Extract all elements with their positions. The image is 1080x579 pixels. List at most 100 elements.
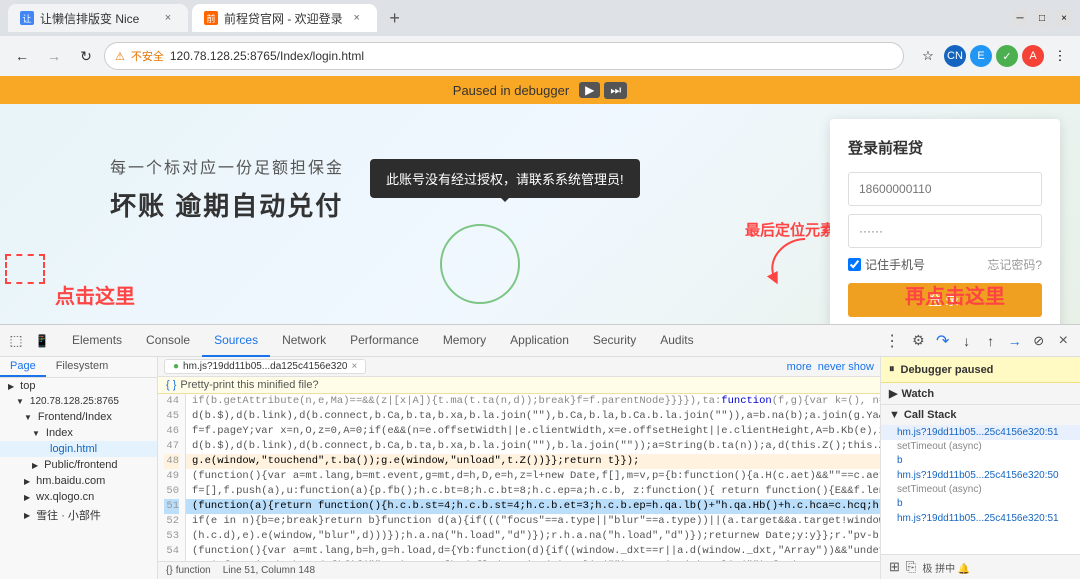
tree-wx-qlogo[interactable]: ▶ wx.qlogo.cn xyxy=(0,489,157,505)
devtools-settings-btn[interactable]: ⚙ xyxy=(906,332,931,349)
tab1-close[interactable]: × xyxy=(160,10,176,26)
tagline-1: 每一个标对应一份足额担保金 xyxy=(110,154,344,178)
tab-sources[interactable]: Sources xyxy=(202,325,270,357)
devtools-close-btn[interactable]: × xyxy=(1051,332,1076,350)
compress-icon[interactable]: ⊞ xyxy=(889,559,900,575)
line-col: Line 51, Column 148 xyxy=(223,565,315,576)
copy-icon[interactable]: ⎘ xyxy=(906,559,916,575)
watch-header[interactable]: ▶ Watch xyxy=(881,383,1080,404)
restore-button[interactable]: □ xyxy=(1034,10,1050,26)
click-label-left: 点击这里 xyxy=(55,280,135,309)
line-numbers: 44454647 48 4950 51 52535455 xyxy=(158,394,186,561)
tree-login-html[interactable]: login.html xyxy=(0,441,157,457)
code-line-47: d(b.$),d(b.link),d(b.connect,b.Ca,b.ta,b… xyxy=(186,439,880,454)
debugger-step-into[interactable]: ↓ xyxy=(955,329,979,353)
tree-hm-baidu[interactable]: ▶ hm.baidu.com xyxy=(0,473,157,489)
bottom-label: 极 拼中 🔔 xyxy=(922,560,970,575)
code-line-48: g.e(window,"touchend",t.ba());g.e(window… xyxy=(186,454,880,469)
security-warning-text: 不安全 xyxy=(131,48,164,64)
remember-label[interactable]: 记住手机号 xyxy=(848,256,925,273)
code-line-45: d(b.$),d(b.link),d(b.connect,b.Ca,b.ta,b… xyxy=(186,409,880,424)
tab-audits[interactable]: Audits xyxy=(648,325,705,357)
tab-performance[interactable]: Performance xyxy=(338,325,431,357)
devtools-more-btn[interactable]: ⋮ xyxy=(878,331,906,351)
paused-icon: ⏸ xyxy=(889,363,895,376)
debugger-step-button[interactable]: ⏭ xyxy=(604,82,627,99)
phone-input[interactable] xyxy=(848,172,1042,206)
ext-icon-2[interactable]: E xyxy=(970,45,992,67)
devtools-tab-bar: ⬚ 📱 Elements Console Sources Network Per… xyxy=(0,325,1080,357)
sidebar-tab-page[interactable]: Page Filesystem xyxy=(0,357,157,378)
debugger-deactivate-btn[interactable]: ⊘ xyxy=(1027,329,1051,353)
watch-triangle: ▶ xyxy=(889,387,897,400)
code-line-46: f=f.pageY;var x=n,O,z=0,A=0;if(e&&(n=e.o… xyxy=(186,424,880,439)
tree-xue-components[interactable]: ▶ 雪往 · 小部件 xyxy=(0,505,157,525)
password-input[interactable] xyxy=(848,214,1042,248)
back-button[interactable]: ← xyxy=(8,42,36,70)
watch-label: Watch xyxy=(901,388,934,400)
login-title: 登录前程贷 xyxy=(848,137,1042,158)
star-icon[interactable]: ☆ xyxy=(916,44,940,68)
callstack-item-0[interactable]: hm.js?19dd11b05...25c4156e320:51 xyxy=(881,425,1080,440)
code-lines: if(b.getAttribute(n,e,Ma)==&&(z|[x|A]){t… xyxy=(186,394,880,561)
tooltip-text: 此账号没有经过授权，请联系系统管理员! xyxy=(386,172,624,187)
watch-section: ▶ Watch xyxy=(881,383,1080,405)
callstack-triangle: ▼ xyxy=(889,409,900,421)
new-tab-button[interactable]: + xyxy=(381,4,409,32)
scope-icon: {} xyxy=(166,565,173,576)
search-code[interactable]: more xyxy=(787,361,812,373)
tab-security[interactable]: Security xyxy=(581,325,648,357)
tree-index-folder[interactable]: ▼ Index xyxy=(0,425,157,441)
device-icon[interactable]: 📱 xyxy=(30,329,54,353)
tab-network[interactable]: Network xyxy=(270,325,338,357)
tab-2[interactable]: 前 前程贷官网 - 欢迎登录 × xyxy=(192,4,377,32)
tree-frontend-index[interactable]: ▼ Frontend/Index xyxy=(0,409,157,425)
callstack-item-2[interactable]: b xyxy=(881,453,1080,468)
tab-application[interactable]: Application xyxy=(498,325,581,357)
tab2-close[interactable]: × xyxy=(349,10,365,26)
callstack-item-6[interactable]: hm.js?19dd11b05...25c4156e320:51 xyxy=(881,511,1080,526)
minimize-button[interactable]: ─ xyxy=(1012,10,1028,26)
menu-icon[interactable]: ⋮ xyxy=(1048,44,1072,68)
debugger-play-button[interactable]: ▶ xyxy=(579,82,600,98)
page-devtools-container: 每一个标对应一份足额担保金 坏账 逾期自动兑付 此账号没有经过授权，请联系系统管… xyxy=(0,104,1080,579)
scope-indicator: {} function xyxy=(166,565,211,576)
tab-memory[interactable]: Memory xyxy=(431,325,498,357)
address-bar[interactable]: ⚠ 不安全 120.78.128.25:8765/Index/login.htm… xyxy=(104,42,904,70)
inspect-icon[interactable]: ⬚ xyxy=(4,329,28,353)
callstack-section: ▼ Call Stack hm.js?19dd11b05...25c4156e3… xyxy=(881,405,1080,526)
tagline-2: 坏账 逾期自动兑付 xyxy=(110,186,344,223)
tree-public-frontend[interactable]: ▶ Public/frontend xyxy=(0,457,157,473)
callstack-item-4: setTimeout (async) xyxy=(881,483,1080,496)
click-label-right: 再点击这里 xyxy=(905,280,1005,309)
function-label: function xyxy=(176,565,211,576)
ext-icon-3[interactable]: ✓ xyxy=(996,45,1018,67)
refresh-button[interactable]: ↻ xyxy=(72,42,100,70)
debugger-step-out[interactable]: ↑ xyxy=(979,329,1003,353)
remember-checkbox[interactable] xyxy=(848,258,861,271)
code-file-tab[interactable]: ● hm.js?19dd11b05...da125c4156e320 × xyxy=(164,359,366,374)
pretty-print-bar: { } Pretty-print this minified file? xyxy=(158,377,880,394)
never-show[interactable]: never show xyxy=(818,361,874,373)
debugger-step[interactable]: → xyxy=(1003,329,1027,353)
close-button[interactable]: × xyxy=(1056,10,1072,26)
tagline-area: 每一个标对应一份足额担保金 坏账 逾期自动兑付 xyxy=(110,154,344,223)
page-content: 每一个标对应一份足额担保金 坏账 逾期自动兑付 此账号没有经过授权，请联系系统管… xyxy=(0,104,1080,324)
tab-elements[interactable]: Elements xyxy=(60,325,134,357)
debugger-text: Paused in debugger xyxy=(453,83,569,98)
tree-top[interactable]: ▶ top xyxy=(0,378,157,394)
debugger-step-over[interactable]: ↷ xyxy=(931,329,955,353)
callstack-item-5[interactable]: b xyxy=(881,496,1080,511)
callstack-item-3[interactable]: hm.js?19dd11b05...25c4156e320:50 xyxy=(881,468,1080,483)
tab-console[interactable]: Console xyxy=(134,325,202,357)
tree-server[interactable]: ▼ 120.78.128.25:8765 xyxy=(0,394,157,409)
tab-1[interactable]: 让 让懒信排版变 Nice × xyxy=(8,4,188,32)
forward-button[interactable]: → xyxy=(40,42,68,70)
code-line-52: if(e in n){b=e;break}return b}function d… xyxy=(186,514,880,529)
callstack-header[interactable]: ▼ Call Stack xyxy=(881,405,1080,425)
profile-icon[interactable]: A xyxy=(1022,45,1044,67)
ext-icon-1[interactable]: CN xyxy=(944,45,966,67)
code-tab-close[interactable]: × xyxy=(351,361,357,372)
code-line-53: (h.c.d),e).e(window,"blur",d)))});h.a.na… xyxy=(186,529,880,544)
forget-link[interactable]: 忘记密码? xyxy=(987,256,1042,273)
